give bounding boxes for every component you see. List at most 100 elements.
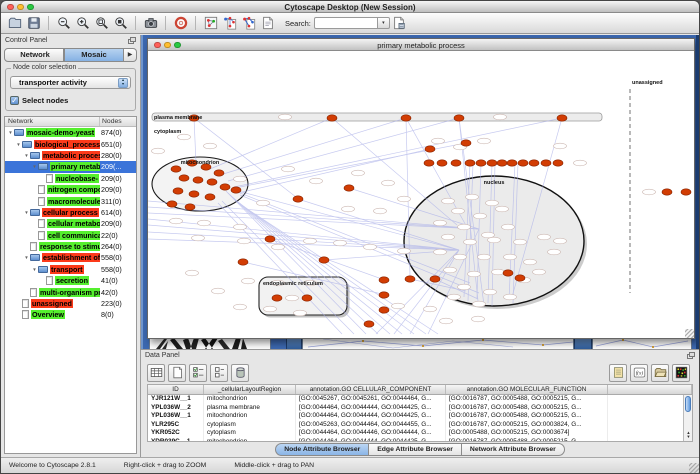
network-node[interactable]	[497, 160, 507, 166]
scrollbar-thumb[interactable]	[685, 396, 691, 412]
network-node[interactable]	[425, 146, 435, 152]
open-folder-icon[interactable]	[6, 15, 23, 32]
zoom-selected-icon[interactable]	[112, 15, 129, 32]
plasma-membrane-region[interactable]	[152, 113, 602, 121]
scrollbar-arrows[interactable]: ▲▼	[684, 431, 693, 440]
network-node[interactable]	[302, 295, 312, 301]
network-node[interactable]	[503, 270, 513, 276]
select-nodes-checkbox[interactable]: ✓	[10, 96, 19, 105]
network-node[interactable]	[207, 179, 217, 185]
search-index-icon[interactable]	[391, 15, 408, 32]
network-node[interactable]	[461, 140, 471, 146]
network-node[interactable]	[238, 259, 248, 265]
table-column-header[interactable]: annotation.GO CELLULAR_COMPONENT	[296, 385, 446, 394]
network-node[interactable]	[430, 276, 440, 282]
network-node[interactable]	[662, 189, 672, 195]
network-node[interactable]	[379, 292, 389, 298]
table-row[interactable]: YLR295Ccytoplasm[GO:0045263, GO:0044464,…	[148, 421, 692, 430]
network-node[interactable]	[185, 204, 195, 210]
tree-row-cell-communicat[interactable]: cell communicat22(0)	[5, 230, 136, 241]
network-node[interactable]	[167, 201, 177, 207]
network-node[interactable]	[541, 160, 551, 166]
network-node[interactable]	[405, 276, 415, 282]
annotation-doc-icon[interactable]	[259, 15, 276, 32]
tab-node-attribute-browser[interactable]: Node Attribute Browser	[275, 443, 369, 456]
node-color-dropdown[interactable]: transporter activity ▲▼	[10, 76, 131, 89]
table-row[interactable]: YPL036W__1mitochondrion[GO:0044464, GO:0…	[148, 412, 692, 421]
disclosure-triangle-icon[interactable]: ▼	[31, 164, 38, 169]
network-node[interactable]	[193, 177, 203, 183]
network-node[interactable]	[529, 160, 539, 166]
table-row[interactable]: YJR121W__1mitochondrion[GO:0045267, GO:0…	[148, 395, 692, 404]
tree-row-macromolecule[interactable]: macromolecule311(0)	[5, 195, 136, 206]
network-canvas[interactable]: plasma membranecytoplasmmitochondrionnuc…	[148, 51, 694, 338]
network-node[interactable]	[327, 115, 337, 121]
disclosure-triangle-icon[interactable]: ▼	[15, 142, 22, 147]
function-builder-icon[interactable]: f(x)	[630, 364, 648, 382]
network-node[interactable]	[293, 196, 303, 202]
tree-row-cellular-process[interactable]: ▼cellular process614(0)	[5, 207, 136, 218]
network-node[interactable]	[173, 188, 183, 194]
network-node[interactable]	[272, 295, 282, 301]
tab-mosaic[interactable]: Mosaic	[64, 48, 124, 62]
network-node[interactable]	[214, 170, 224, 176]
table-row[interactable]: YKR052Ccytoplasm[GO:0044464, GO:0044446,…	[148, 429, 692, 438]
tree-row-nucleobase-[interactable]: nucleobase-209(0)	[5, 173, 136, 184]
zoom-in-icon[interactable]	[74, 15, 91, 32]
snapshot-camera-icon[interactable]	[142, 15, 159, 32]
network-node[interactable]	[681, 189, 691, 195]
network-node[interactable]	[451, 160, 461, 166]
network-node[interactable]	[401, 115, 411, 121]
disclosure-triangle-icon[interactable]: ▼	[23, 153, 30, 158]
zoom-fit-icon[interactable]	[93, 15, 110, 32]
import-attrs-icon[interactable]	[651, 364, 669, 382]
network-node[interactable]	[319, 257, 329, 263]
table-column-header[interactable]: annotation.GO MOLECULAR_FUNCTION	[446, 385, 608, 394]
network-node[interactable]	[379, 307, 389, 313]
table-column-header[interactable]: _cellularLayoutRegion	[204, 385, 296, 394]
network-node[interactable]	[364, 321, 374, 327]
network-node[interactable]	[487, 160, 497, 166]
tree-row-overview[interactable]: Overview8(0)	[5, 309, 136, 320]
attr-list-icon[interactable]	[609, 364, 627, 382]
unselect-attrs-icon[interactable]	[210, 364, 228, 382]
network-node[interactable]	[379, 277, 389, 283]
tree-row-multi-organism-pro[interactable]: multi-organism pro42(0)	[5, 286, 136, 297]
disclosure-triangle-icon[interactable]: ▼	[31, 267, 38, 272]
tree-row-establishment-of-lo[interactable]: ▼establishment of lo558(0)	[5, 252, 136, 263]
network-node[interactable]	[424, 160, 434, 166]
network-node[interactable]	[454, 115, 464, 121]
network-node[interactable]	[437, 160, 447, 166]
disclosure-triangle-icon[interactable]: ▼	[23, 210, 30, 215]
disclosure-triangle-icon[interactable]: ▼	[23, 255, 30, 260]
select-attrs-icon[interactable]	[189, 364, 207, 382]
network-node[interactable]	[515, 275, 525, 281]
heatmap-icon[interactable]	[672, 364, 690, 382]
network-view-titlebar[interactable]: primary metabolic process	[148, 39, 694, 51]
table-row[interactable]: YPL036W__2plasma membrane[GO:0044464, GO…	[148, 404, 692, 413]
tree-column-network[interactable]: Network	[5, 117, 100, 126]
tree-row-unassigned[interactable]: unassigned223(0)	[5, 298, 136, 309]
window-resize-grip[interactable]	[685, 329, 694, 338]
network-node[interactable]	[553, 160, 563, 166]
new-network-edges-icon[interactable]	[240, 15, 257, 32]
table-scrollbar[interactable]: ▲▼	[683, 395, 692, 441]
tab-overflow-arrow[interactable]: ▶	[124, 48, 137, 62]
network-node[interactable]	[518, 160, 528, 166]
delete-attr-icon[interactable]	[231, 364, 249, 382]
network-node[interactable]	[265, 236, 275, 242]
tree-row-mosaic-demo-yeast[interactable]: ▼mosaic-demo-yeast874(0)	[5, 127, 136, 138]
tree-row-primary-metabo[interactable]: ▼primary metabo209(...	[5, 161, 136, 172]
graph-window-icon[interactable]	[202, 15, 219, 32]
network-node[interactable]	[205, 194, 215, 200]
tree-row-metabolic-process[interactable]: ▼metabolic process280(0)	[5, 150, 136, 161]
network-node[interactable]	[220, 184, 230, 190]
tab-edge-attribute-browser[interactable]: Edge Attribute Browser	[369, 443, 462, 456]
network-node[interactable]	[557, 115, 567, 121]
network-node[interactable]	[231, 187, 241, 193]
tab-network-attribute-browser[interactable]: Network Attribute Browser	[462, 443, 565, 456]
tree-row-biological-process[interactable]: ▼biological_process651(0)	[5, 138, 136, 149]
network-node[interactable]	[507, 160, 517, 166]
network-node[interactable]	[179, 175, 189, 181]
zoom-out-icon[interactable]	[55, 15, 72, 32]
